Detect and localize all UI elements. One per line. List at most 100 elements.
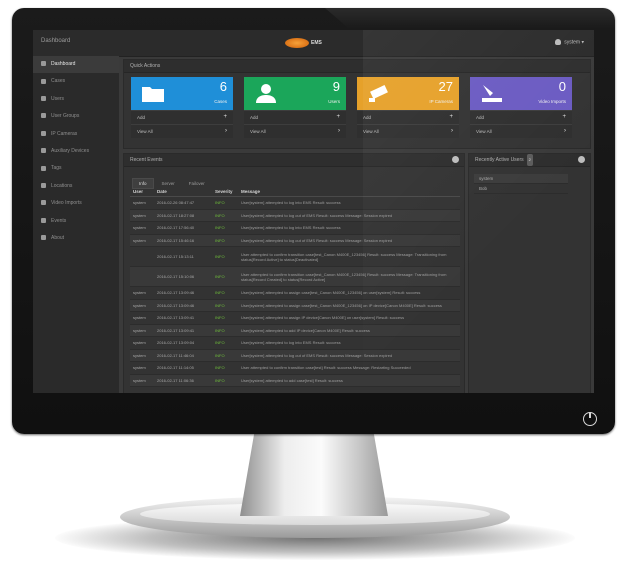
- plus-icon: +: [449, 114, 453, 120]
- folder-icon: [41, 78, 46, 84]
- cell-message: User attempted to confirm transition cas…: [238, 361, 460, 375]
- plus-icon: +: [336, 114, 340, 120]
- table-row[interactable]: system 2016-02-17 11:14:05 INFO User attemp…: [130, 361, 460, 375]
- recent-events-panel: Recent Events Info Server Failover User Dat…: [123, 153, 465, 393]
- sidebar-item-dashboard[interactable]: Dashboard: [33, 56, 119, 74]
- table-row[interactable]: system 2016-02-26 08:47:47 INFO User[system…: [130, 196, 460, 210]
- cell-user: system: [130, 311, 154, 325]
- tile-count: 27: [438, 79, 453, 94]
- sidebar-item-ip-cameras[interactable]: IP Cameras: [33, 126, 119, 143]
- cell-message: User[system] attempted to log into EMS R…: [238, 221, 460, 235]
- cell-user: system: [130, 221, 154, 235]
- sidebar-item-video-imports[interactable]: Video Imports: [33, 195, 119, 212]
- device-icon: [41, 148, 46, 154]
- tile-add-button[interactable]: Add +: [131, 110, 233, 124]
- cell-date: 2016-02-17 18:27:08: [154, 209, 212, 222]
- tile-label: Cases: [214, 99, 227, 104]
- table-row[interactable]: system 2016-02-17 13:09:46 INFO User[system…: [130, 286, 460, 300]
- cell-user: system: [130, 209, 154, 222]
- tile-view-all-button[interactable]: View All ›: [244, 124, 346, 138]
- column-header-date[interactable]: Date: [154, 187, 212, 197]
- recent-users-title: Recently Active Users 2: [469, 154, 590, 167]
- chevron-right-icon: ›: [225, 128, 227, 134]
- cell-message: User[system] attempted to log out of EMS…: [238, 234, 460, 247]
- list-item[interactable]: system: [474, 174, 568, 184]
- cell-severity: INFO: [212, 234, 238, 247]
- tile-video-imports: 0 Video Imports Add + View All ›: [470, 77, 572, 138]
- sidebar: Dashboard Cases Users User Groups IP Cameras…: [33, 56, 119, 393]
- table-row[interactable]: system 2016-02-17 13:09:04 INFO User[system…: [130, 336, 460, 350]
- cell-severity: INFO: [212, 266, 238, 287]
- tile-add-button[interactable]: Add +: [244, 110, 346, 124]
- folder-icon: [141, 83, 165, 103]
- import-icon: [41, 200, 46, 206]
- cell-user: system: [130, 196, 154, 210]
- tile-view-all-button[interactable]: View All ›: [357, 124, 459, 138]
- tile-label: IP Cameras: [429, 99, 453, 104]
- tile-add-button[interactable]: Add +: [470, 110, 572, 124]
- chevron-right-icon: ›: [338, 128, 340, 134]
- tile-header[interactable]: 27 IP Cameras: [357, 77, 459, 110]
- sidebar-item-label: Cases: [51, 78, 66, 85]
- sidebar-item-locations[interactable]: Locations: [33, 178, 119, 195]
- column-header-user[interactable]: User: [130, 187, 154, 197]
- info-icon[interactable]: [578, 156, 585, 163]
- table-row[interactable]: system 2016-02-17 11:06:36 INFO User[system…: [130, 374, 460, 387]
- cell-severity: INFO: [212, 336, 238, 350]
- column-header-severity[interactable]: Severity: [212, 187, 238, 197]
- user-menu[interactable]: system ▾: [555, 39, 584, 45]
- sidebar-item-user-groups[interactable]: User Groups: [33, 108, 119, 125]
- cell-date: 2016-02-17 15:10:06: [154, 266, 212, 287]
- tile-header[interactable]: 0 Video Imports: [470, 77, 572, 110]
- cell-date: 2016-02-17 13:09:46: [154, 299, 212, 312]
- top-bar: Dashboard EMS system ▾: [33, 30, 594, 57]
- table-row[interactable]: 2016-02-17 15:13:11 INFO User attempted to…: [130, 246, 460, 267]
- table-row[interactable]: 2016-02-17 15:10:06 INFO User attempted to…: [130, 266, 460, 287]
- page-title: Dashboard: [41, 38, 71, 44]
- column-header-message[interactable]: Message: [238, 187, 460, 197]
- cell-date: 2016-02-17 13:09:41: [154, 324, 212, 337]
- sidebar-item-about[interactable]: About: [33, 230, 119, 247]
- table-row[interactable]: system 2016-02-17 13:09:41 INFO User[system…: [130, 311, 460, 325]
- table-row[interactable]: system 2016-02-17 13:09:41 INFO User[system…: [130, 324, 460, 337]
- cell-date: 2016-02-17 11:14:05: [154, 361, 212, 375]
- tile-header[interactable]: 6 Cases: [131, 77, 233, 110]
- cell-severity: INFO: [212, 196, 238, 210]
- cell-date: 2016-02-17 13:09:04: [154, 336, 212, 350]
- tile-ip-cameras: 27 IP Cameras Add + View All ›: [357, 77, 459, 138]
- sidebar-item-users[interactable]: Users: [33, 91, 119, 108]
- cell-user: system: [130, 374, 154, 387]
- cell-user: system: [130, 299, 154, 312]
- sidebar-item-tags[interactable]: Tags: [33, 160, 119, 177]
- plus-icon: +: [223, 114, 227, 120]
- sidebar-item-cases[interactable]: Cases: [33, 73, 119, 90]
- table-row[interactable]: system 2016-02-17 11:46:04 INFO User[system…: [130, 349, 460, 362]
- cell-user: system: [130, 286, 154, 300]
- power-icon[interactable]: [583, 412, 597, 426]
- table-row[interactable]: system 2016-02-17 17:56:40 INFO User[system…: [130, 221, 460, 235]
- cell-severity: INFO: [212, 221, 238, 235]
- sidebar-item-events[interactable]: Events: [33, 213, 119, 230]
- import-icon: [480, 83, 504, 103]
- sidebar-item-label: Video Imports: [51, 200, 82, 207]
- users-count-badge: 2: [526, 154, 533, 166]
- tile-view-all-button[interactable]: View All ›: [131, 124, 233, 138]
- tile-header[interactable]: 9 Users: [244, 77, 346, 110]
- tile-view-all-button[interactable]: View All ›: [470, 124, 572, 138]
- tile-add-button[interactable]: Add +: [357, 110, 459, 124]
- screen: Dashboard EMS system ▾ Dashboard Cases Use…: [33, 30, 594, 393]
- sidebar-item-auxiliary-devices[interactable]: Auxiliary Devices: [33, 143, 119, 160]
- list-item[interactable]: Bob: [474, 184, 568, 194]
- user-name: system: [564, 39, 581, 46]
- table-row[interactable]: system 2016-02-17 13:09:46 INFO User[system…: [130, 299, 460, 312]
- cell-message: User attempted to confirm transition cas…: [238, 266, 460, 287]
- table-row[interactable]: system 2016-02-17 18:27:08 INFO User[system…: [130, 209, 460, 222]
- info-icon[interactable]: [452, 156, 459, 163]
- sidebar-item-label: Users: [51, 95, 65, 102]
- sidebar-item-label: IP Cameras: [51, 130, 78, 137]
- location-icon: [41, 182, 46, 188]
- logo: [285, 38, 309, 48]
- info-icon: [41, 235, 46, 241]
- table-row[interactable]: system 2016-02-17 15:46:16 INFO User[system…: [130, 234, 460, 247]
- sidebar-item-label: Auxiliary Devices: [51, 147, 90, 154]
